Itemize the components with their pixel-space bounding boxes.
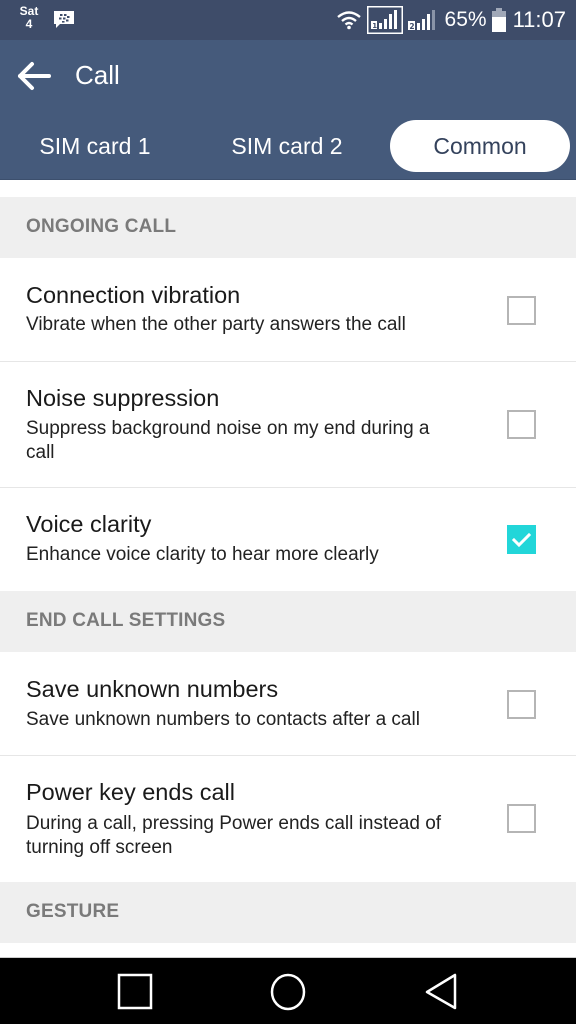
tab-bar: SIM card 1 SIM card 2 Common bbox=[0, 120, 576, 172]
wifi-icon bbox=[336, 11, 361, 30]
setting-subtitle: Enhance voice clarity to hear more clear… bbox=[26, 544, 379, 565]
voice-clarity-checkbox[interactable] bbox=[507, 525, 536, 554]
battery-percent: 65% bbox=[444, 8, 487, 31]
section-header-ongoing-call: ONGOING CALL bbox=[0, 197, 576, 258]
back-triangle-icon bbox=[425, 973, 457, 1010]
tab-sim-card-1[interactable]: SIM card 1 bbox=[20, 120, 170, 172]
app-bar: Call SIM card 1 SIM card 2 Common bbox=[0, 40, 576, 180]
section-header-label: END CALL SETTINGS bbox=[26, 610, 226, 631]
status-time: 11:07 bbox=[512, 7, 566, 32]
save-unknown-numbers-checkbox[interactable] bbox=[507, 690, 536, 719]
tab-common[interactable]: Common bbox=[390, 120, 570, 172]
bbm-icon bbox=[54, 11, 74, 28]
connection-vibration-checkbox[interactable] bbox=[507, 296, 536, 325]
setting-title: Save unknown numbers bbox=[26, 676, 279, 702]
svg-text:1: 1 bbox=[372, 22, 377, 30]
setting-subtitle: Vibrate when the other party answers the… bbox=[26, 314, 406, 335]
home-circle-icon bbox=[270, 973, 306, 1011]
page-title: Call bbox=[75, 60, 120, 90]
home-button[interactable] bbox=[268, 972, 308, 1012]
svg-text:2: 2 bbox=[409, 22, 414, 31]
power-key-ends-call-checkbox[interactable] bbox=[507, 804, 536, 833]
status-bar: Sat 4 1 2 65% 11:07 bbox=[0, 0, 576, 40]
noise-suppression-checkbox[interactable] bbox=[507, 410, 536, 439]
sim2-signal-icon: 2 bbox=[407, 10, 435, 31]
status-date: Sat 4 bbox=[18, 5, 40, 31]
recents-square-icon bbox=[117, 973, 153, 1010]
back-nav-button[interactable] bbox=[422, 972, 462, 1012]
status-icons: 1 2 65% 11:07 bbox=[336, 0, 566, 40]
sim1-signal-icon: 1 bbox=[366, 6, 403, 34]
setting-save-unknown-numbers[interactable]: Save unknown numbers Save unknown number… bbox=[0, 652, 576, 756]
section-header-label: ONGOING CALL bbox=[26, 216, 177, 237]
setting-subtitle: Suppress background noise on my end duri… bbox=[26, 418, 430, 463]
setting-title: Voice clarity bbox=[26, 511, 152, 537]
setting-power-key-ends-call[interactable]: Power key ends call During a call, press… bbox=[0, 756, 576, 882]
setting-title: Noise suppression bbox=[26, 385, 220, 411]
section-header-gesture: GESTURE bbox=[0, 882, 576, 943]
setting-title: Power key ends call bbox=[26, 779, 235, 805]
back-button[interactable] bbox=[14, 58, 54, 94]
section-header-label: GESTURE bbox=[26, 901, 120, 922]
tab-sim-card-2[interactable]: SIM card 2 bbox=[212, 120, 362, 172]
recents-button[interactable] bbox=[116, 972, 156, 1012]
settings-list[interactable]: ONGOING CALL Connection vibration Vibrat… bbox=[0, 181, 576, 957]
setting-title: Connection vibration bbox=[26, 282, 241, 308]
setting-subtitle: During a call, pressing Power ends call … bbox=[26, 813, 442, 858]
setting-connection-vibration[interactable]: Connection vibration Vibrate when the ot… bbox=[0, 258, 576, 362]
status-day-number: 4 bbox=[25, 17, 33, 31]
battery-icon bbox=[491, 8, 506, 32]
setting-subtitle: Save unknown numbers to contacts after a… bbox=[26, 709, 420, 730]
setting-noise-suppression[interactable]: Noise suppression Suppress background no… bbox=[0, 362, 576, 488]
checkmark-icon bbox=[511, 532, 532, 548]
navigation-bar bbox=[0, 957, 576, 1024]
arrow-left-icon bbox=[18, 62, 51, 90]
section-header-end-call-settings: END CALL SETTINGS bbox=[0, 591, 576, 652]
setting-voice-clarity[interactable]: Voice clarity Enhance voice clarity to h… bbox=[0, 488, 576, 591]
